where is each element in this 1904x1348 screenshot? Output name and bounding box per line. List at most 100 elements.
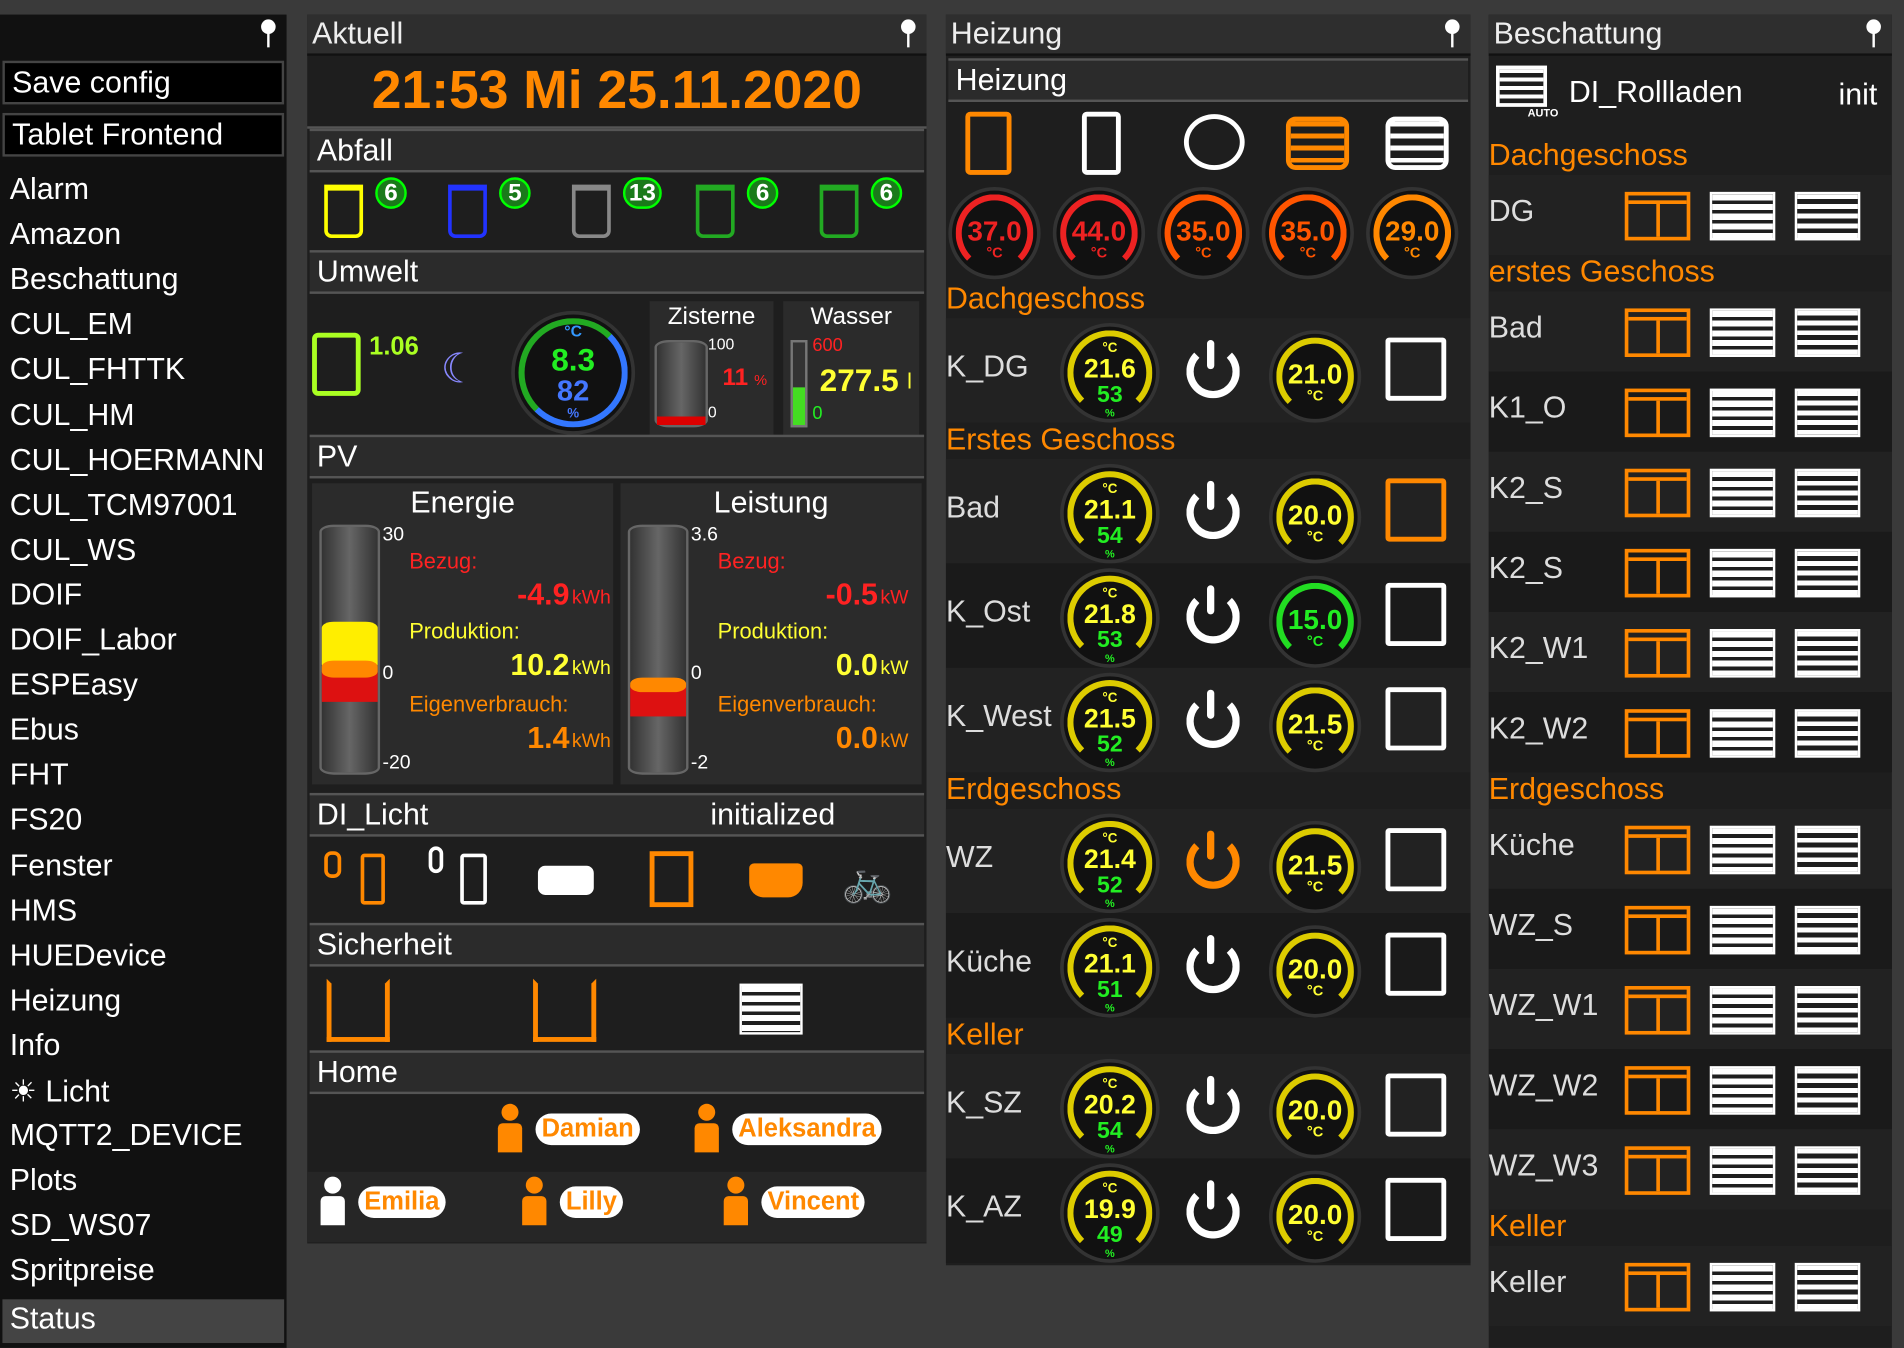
shutter-closed-icon[interactable] (1794, 709, 1861, 758)
shutter-closed-icon[interactable] (1794, 308, 1861, 358)
shutter-half-icon[interactable] (1709, 905, 1776, 955)
window-icon[interactable] (1385, 582, 1447, 647)
window-icon[interactable] (1385, 478, 1447, 542)
pin-icon[interactable] (260, 19, 277, 48)
window-icon[interactable] (1385, 1073, 1447, 1137)
power-icon[interactable] (1186, 1180, 1240, 1239)
water-tank-icon[interactable] (1081, 111, 1121, 175)
sidebar-item-sd-ws07[interactable]: SD_WS07 (10, 1209, 152, 1244)
shutter-open-icon[interactable] (1624, 191, 1691, 241)
shutter-half-icon[interactable] (1709, 388, 1776, 438)
sidebar-item-cul-tcm97001[interactable]: CUL_TCM97001 (10, 488, 238, 523)
shutter-half-icon[interactable] (1709, 1066, 1776, 1115)
lamp-icon[interactable] (324, 851, 342, 878)
shutter-closed-icon[interactable] (1794, 548, 1861, 598)
save-config-button[interactable]: Save config (2, 60, 285, 105)
sidebar-item-alarm[interactable]: Alarm (10, 172, 89, 207)
shutter-closed-icon[interactable] (1794, 468, 1861, 518)
sidebar-item-cul-em[interactable]: CUL_EM (10, 308, 133, 343)
person-icon[interactable] (715, 1176, 756, 1243)
sofa-icon[interactable] (537, 865, 594, 895)
shutter-half-icon[interactable] (1709, 468, 1776, 518)
shutter-half-icon[interactable] (1709, 548, 1776, 598)
sidebar-item-cul-hoermann[interactable]: CUL_HOERMANN (10, 443, 265, 478)
trash-bin-icon[interactable] (819, 184, 859, 239)
trash-bin-icon[interactable] (571, 184, 611, 239)
shutter-closed-icon[interactable] (1794, 905, 1861, 955)
sidebar-item-ebus[interactable]: Ebus (10, 713, 79, 748)
shutter-half-icon[interactable] (1709, 825, 1776, 875)
sidebar-item-doif-labor[interactable]: DOIF_Labor (10, 623, 177, 658)
power-icon[interactable] (1186, 689, 1240, 749)
sidebar-item-cul-hm[interactable]: CUL_HM (10, 398, 135, 433)
shutter-closed-icon[interactable] (1794, 1262, 1861, 1312)
pin-icon[interactable] (1444, 19, 1461, 48)
pump-icon[interactable] (1183, 114, 1245, 171)
shutter-half-icon[interactable] (1709, 191, 1776, 241)
sidebar-item-plots[interactable]: Plots (10, 1164, 78, 1199)
shutter-open-icon[interactable] (1624, 468, 1691, 518)
shutter-open-icon[interactable] (1624, 1066, 1691, 1115)
shutter-open-icon[interactable] (1624, 548, 1691, 598)
sidebar-item-huedevice[interactable]: HUEDevice (10, 938, 167, 973)
pin-icon[interactable] (1865, 19, 1882, 48)
sidebar-item-licht[interactable]: ☀ Licht (10, 1073, 110, 1109)
shutter-half-icon[interactable] (1709, 709, 1776, 758)
floor-heating-icon[interactable] (1285, 116, 1350, 171)
window-icon[interactable] (1385, 932, 1447, 996)
shutter-open-icon[interactable] (1624, 986, 1691, 1035)
window-icon[interactable] (1385, 337, 1447, 401)
shutter-open-icon[interactable] (1624, 388, 1691, 438)
sidebar-item-status[interactable]: Status (2, 1298, 285, 1343)
sidebar-item-espeasy[interactable]: ESPEasy (10, 668, 138, 703)
shutter-closed-icon[interactable] (1794, 825, 1861, 875)
window-icon[interactable] (1385, 828, 1447, 892)
shutter-closed-icon[interactable] (1794, 986, 1861, 1035)
window-icon[interactable] (1385, 687, 1447, 751)
person-icon[interactable] (514, 1176, 555, 1243)
shutter-half-icon[interactable] (1709, 1146, 1776, 1195)
shutter-closed-icon[interactable] (1794, 629, 1861, 678)
shutter-open-icon[interactable] (1624, 629, 1691, 678)
sidebar-item-spritpreise[interactable]: Spritpreise (10, 1254, 155, 1289)
tablet-frontend-button[interactable]: Tablet Frontend (2, 112, 285, 157)
sidebar-item-fs20[interactable]: FS20 (10, 803, 83, 838)
sidebar-item-cul-fhttk[interactable]: CUL_FHTTK (10, 353, 185, 388)
shutter-half-icon[interactable] (1709, 629, 1776, 678)
person-icon[interactable] (312, 1176, 353, 1243)
shutter-closed-icon[interactable] (1794, 191, 1861, 241)
pin-icon[interactable] (900, 19, 917, 48)
shutter-open-icon[interactable] (1624, 709, 1691, 758)
house-person-icon[interactable] (533, 978, 597, 1042)
trash-bin-icon[interactable] (448, 184, 487, 239)
floor-lamp-icon[interactable] (460, 853, 487, 905)
sidebar-item-cul-ws[interactable]: CUL_WS (10, 533, 137, 568)
sidebar-item-fht[interactable]: FHT (10, 758, 69, 793)
boiler-flame-icon[interactable] (965, 111, 1012, 175)
floor-lamp-icon[interactable] (360, 853, 385, 905)
sidebar-item-heizung[interactable]: Heizung (10, 983, 121, 1018)
shutter-open-icon[interactable] (1624, 825, 1691, 875)
shutter-open-icon[interactable] (1624, 1262, 1691, 1312)
shutter-open-icon[interactable] (1624, 1146, 1691, 1195)
shutter-open-icon[interactable] (1624, 308, 1691, 358)
power-icon[interactable] (1186, 935, 1240, 994)
sidebar-item-hms[interactable]: HMS (10, 893, 77, 928)
power-icon[interactable] (1186, 585, 1240, 644)
window-icon[interactable] (1385, 1177, 1447, 1242)
shutter-closed-icon[interactable] (1794, 388, 1861, 438)
door-icon[interactable] (649, 851, 694, 908)
shutter-closed-icon[interactable] (1794, 1066, 1861, 1115)
shutter-half-icon[interactable] (1709, 308, 1776, 358)
floor-heating-icon[interactable] (1385, 116, 1449, 171)
sidebar-item-info[interactable]: Info (10, 1028, 61, 1063)
house-lock-icon[interactable] (326, 978, 390, 1042)
sidebar-item-beschattung[interactable]: Beschattung (10, 263, 179, 298)
garage-icon[interactable] (739, 983, 803, 1035)
power-icon[interactable] (1186, 480, 1240, 540)
person-icon[interactable] (489, 1103, 530, 1170)
shutter-closed-icon[interactable] (1794, 1146, 1861, 1195)
shutter-half-icon[interactable] (1709, 1262, 1776, 1312)
shutter-open-icon[interactable] (1624, 905, 1691, 955)
trash-bin-icon[interactable] (695, 184, 735, 239)
